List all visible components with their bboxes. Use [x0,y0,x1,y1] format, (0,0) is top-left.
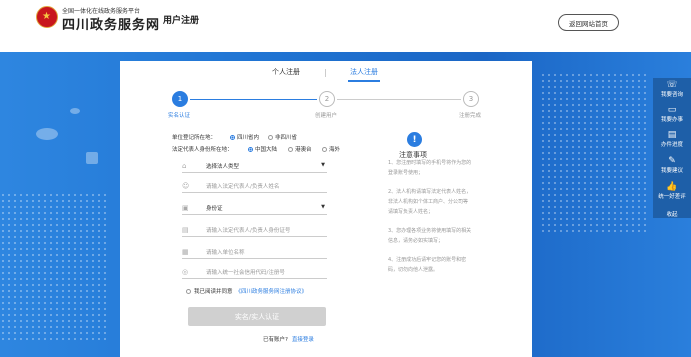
legal-type-select[interactable]: ⌂ 选择法人类型 ▼ [182,160,327,173]
sidebar-item-review[interactable]: 👍 统一好差评 [653,182,691,204]
radio-label: 非四川省 [275,135,298,141]
agreement-row: 我已阅读并同意 《四川政务服务网注册协议》 [186,287,307,295]
cloud-decoration [36,128,58,140]
radio-dot [288,146,293,152]
sidebar-item-consult[interactable]: ☏ 我要咨询 [653,80,691,102]
registration-card: 个人注册 法人注册 1 2 3 实名认证 创建用户 注册完成 单位登记所在地： … [120,61,532,357]
tab-divider [325,69,326,77]
national-emblem-logo: ★ [36,6,58,28]
tab-personal[interactable]: 个人注册 [272,67,300,77]
notice-item: 2、法人机构请填写法定代表人姓名，非法人机构如个体工商户、分公司等请填写负责人姓… [388,189,472,215]
credit-code-placeholder: 请输入统一社会信用代码/注册号 [206,270,285,276]
id-number-input[interactable]: ▤ 请输入法定代表人/负责人身份证号 [182,224,327,237]
step-3-label: 注册完成 [459,113,482,119]
side-toolbar: ☏ 我要咨询 ▭ 我要办事 ▤ 办件进度 ✎ 我要建议 👍 统一好差评 收起 [653,78,691,218]
radio-dot [268,134,273,140]
step-2-circle: 2 [319,91,335,107]
back-to-home-button[interactable]: 返回网站首页 [558,14,619,31]
agreement-prefix: 我已阅读并同意 [194,289,233,295]
credit-code-input[interactable]: ◎ 请输入统一社会信用代码/注册号 [182,266,327,279]
unit-name-placeholder: 请输入单位名称 [206,250,245,256]
radio-label: 海外 [329,147,341,153]
id-type-select[interactable]: ▣ 身份证 ▼ [182,202,327,215]
step-connector-1 [190,99,317,100]
unit-name-input[interactable]: ▦ 请输入单位名称 [182,246,327,259]
phone-icon: ☏ [666,80,678,90]
id-type-value: 身份证 [206,206,223,212]
sidebar-item-label: 统一好差评 [658,194,686,200]
sidebar-item-label: 办件进度 [660,142,683,148]
id-card-icon: ▤ [182,226,189,234]
sidebar-item-label: 我要建议 [660,168,683,174]
progress-icon: ▤ [667,130,677,140]
radio-dot [248,146,253,152]
radio-label: 中国大陆 [255,147,278,153]
notice-item: 4、注册成功后请牢记您的账号和密码，切勿向他人泄露。 [388,257,467,273]
id-card-icon: ▣ [182,204,189,212]
sidebar-item-suggest[interactable]: ✎ 我要建议 [653,156,691,178]
id-region-label: 法定代表人身份所在地： [172,147,233,153]
exclamation-icon: ! [407,132,422,147]
tab-legal[interactable]: 法人注册 [348,67,380,82]
document-icon: ▦ [182,248,189,256]
building-icon: ⌂ [182,162,187,170]
platform-name[interactable]: 四川政务服务网 [62,14,160,33]
radio-sichuan-outside[interactable]: 非四川省 [268,133,297,141]
radio-dot [230,134,235,140]
page-title: 用户注册 [163,16,200,26]
sidebar-collapse-button[interactable]: 收起 [653,210,691,218]
agreement-checkbox[interactable] [186,288,191,294]
thumb-icon: 👍 [666,182,678,192]
rep-name-input[interactable]: ☺ 请输入法定代表人/负责人姓名 [182,180,327,193]
notice-item: 3、您办理各项业务将使用填写的相关信息，请务必如实填写； [388,228,472,244]
sidebar-item-label: 我要办事 [660,117,683,123]
id-number-placeholder: 请输入法定代表人/负责人身份证号 [206,228,291,234]
user-icon: ☺ [182,182,190,190]
step-connector-2 [337,99,461,100]
radio-mainland[interactable]: 中国大陆 [248,145,277,153]
step-2-label: 创建用户 [315,113,338,119]
radio-overseas[interactable]: 海外 [322,145,340,153]
direct-login-link[interactable]: 直接登录 [292,337,314,343]
rep-name-placeholder: 请输入法定代表人/负责人姓名 [206,184,280,190]
sidebar-item-progress[interactable]: ▤ 办件进度 [653,130,691,152]
notice-item: 1、您注册时填写的手机号将作为您的登录账号使用； [388,160,472,176]
top-header: ★ 全国一体化在线政务服务平台 四川政务服务网 用户注册 返回网站首页 [0,0,691,52]
code-icon: ◎ [182,268,189,276]
radio-label: 四川省内 [237,135,260,141]
agreement-link[interactable]: 《四川政务服务网注册协议》 [236,287,308,295]
chevron-down-icon: ▼ [321,162,325,168]
cloud-decoration [70,108,80,114]
document-decoration [86,152,98,164]
step-1-label: 实名认证 [168,113,191,119]
sidebar-item-handle[interactable]: ▭ 我要办事 [653,105,691,127]
edit-icon: ✎ [668,156,676,166]
registration-tabs: 个人注册 法人注册 [120,67,532,82]
unit-region-label: 单位登记所在地： [172,135,217,141]
step-1-circle: 1 [172,91,188,107]
login-question: 已有账户? [263,337,288,343]
radio-dot [322,146,327,152]
step-3-circle: 3 [463,91,479,107]
dot-pattern-decoration [0,192,110,342]
chevron-down-icon: ▼ [321,204,325,210]
radio-sichuan-inside[interactable]: 四川省内 [230,133,259,141]
radio-label: 港澳台 [295,147,312,153]
dot-pattern-decoration [540,72,650,232]
verify-submit-button[interactable]: 实名/实人认证 [188,307,326,326]
radio-hk-macao-taiwan[interactable]: 港澳台 [288,145,312,153]
login-row: 已有账户? 直接登录 [263,335,314,343]
monitor-icon: ▭ [667,105,677,115]
sidebar-item-label: 我要咨询 [660,92,683,98]
legal-type-value: 选择法人类型 [206,164,240,170]
